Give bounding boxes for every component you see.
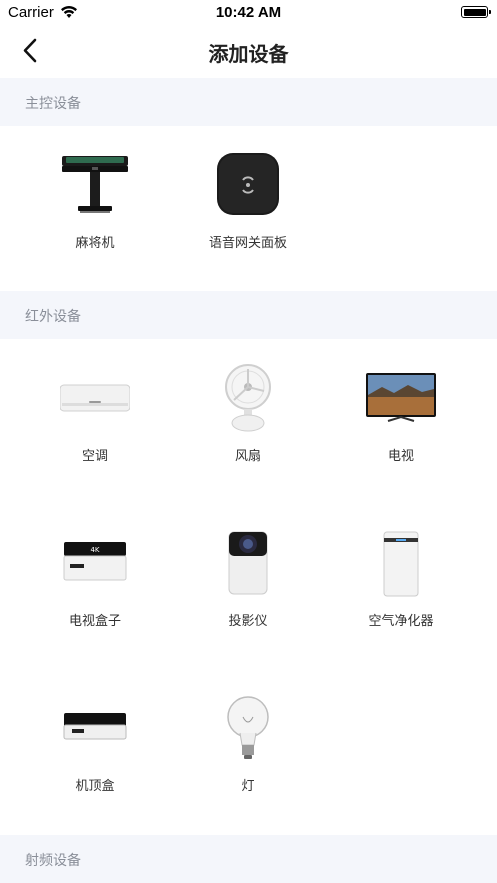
section-title: 射频设备 — [25, 853, 81, 869]
tv-box-badge: 4K — [90, 546, 99, 554]
device-air-conditioner[interactable]: 空调 — [25, 363, 165, 483]
light-bulb-icon — [227, 696, 269, 759]
mahjong-table-icon — [62, 156, 128, 213]
projector-icon — [228, 531, 268, 595]
section-header-infrared: 红外设备 — [0, 291, 497, 339]
device-voice-gateway-panel[interactable]: 语音网关面板 — [178, 150, 318, 270]
device-label: 麻将机 — [75, 236, 115, 251]
fan-icon — [225, 364, 271, 432]
device-label: 空气净化器 — [368, 614, 434, 629]
navigation-bar: 添加设备 — [0, 26, 497, 78]
device-label: 空调 — [81, 449, 108, 464]
air-conditioner-icon — [60, 384, 130, 412]
device-set-top-box[interactable]: 机顶盒 — [25, 693, 165, 813]
air-purifier-icon — [383, 531, 419, 597]
device-air-purifier[interactable]: 空气净化器 — [331, 528, 471, 648]
device-label: 机顶盒 — [75, 779, 115, 794]
device-light[interactable]: 灯 — [178, 693, 318, 813]
device-tv[interactable]: 电视 — [331, 363, 471, 483]
set-top-box-icon — [63, 713, 127, 740]
status-bar: Carrier 10:42 AM — [0, 0, 497, 26]
device-label: 风扇 — [234, 449, 261, 464]
device-label: 电视盒子 — [68, 614, 121, 629]
section-header-radio-frequency: 射频设备 — [0, 835, 497, 883]
section-header-main-control: 主控设备 — [0, 78, 497, 126]
section-title: 红外设备 — [25, 309, 81, 325]
device-label: 电视 — [387, 449, 414, 464]
device-label: 投影仪 — [228, 614, 268, 629]
status-time: 10:42 AM — [215, 4, 282, 21]
section-title: 主控设备 — [25, 96, 81, 112]
device-tv-box[interactable]: 4K 电视盒子 — [25, 528, 165, 648]
voice-gateway-panel-icon — [217, 153, 279, 215]
device-fan[interactable]: 风扇 — [178, 363, 318, 483]
device-label: 灯 — [241, 779, 255, 794]
device-label: 语音网关面板 — [208, 236, 287, 251]
page-title: 添加设备 — [208, 42, 289, 66]
battery-icon — [461, 6, 491, 18]
device-mahjong-machine[interactable]: 麻将机 — [25, 150, 165, 270]
tv-box-icon: 4K — [63, 542, 127, 581]
tv-icon — [366, 373, 436, 422]
device-projector[interactable]: 投影仪 — [178, 528, 318, 648]
